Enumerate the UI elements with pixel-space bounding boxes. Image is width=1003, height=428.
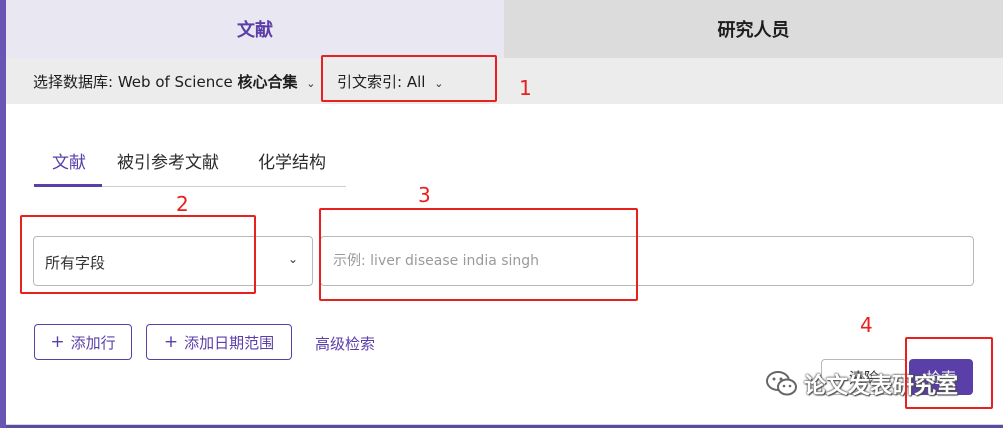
annotation-number-3: 3 — [418, 183, 431, 207]
chevron-down-icon: ⌄ — [306, 77, 316, 90]
add-date-range-button[interactable]: + 添加日期范围 — [146, 324, 292, 360]
annotation-box-3 — [319, 208, 638, 301]
annotation-box-1 — [321, 55, 497, 102]
plus-icon: + — [50, 332, 65, 352]
top-tabs: 文献 研究人员 — [6, 0, 1003, 58]
annotation-number-2: 2 — [176, 192, 189, 216]
database-label: 选择数据库: — [33, 73, 114, 91]
add-row-label: 添加行 — [70, 333, 116, 352]
clear-button[interactable]: 清除 — [821, 359, 907, 395]
add-date-range-label: 添加日期范围 — [184, 333, 275, 352]
tab-literature[interactable]: 文献 — [6, 0, 504, 58]
subtab-chemical-structure[interactable]: 化学结构 — [258, 148, 326, 173]
annotation-box-4 — [905, 337, 993, 409]
database-name-bold: 核心合集 — [237, 73, 298, 91]
advanced-search-link[interactable]: 高级检索 — [315, 333, 375, 354]
database-name-plain: Web of Science — [117, 73, 233, 91]
plus-icon: + — [163, 332, 179, 352]
annotation-number-1: 1 — [519, 76, 532, 100]
add-row-button[interactable]: + 添加行 — [34, 324, 132, 360]
subtab-documents[interactable]: 文献 — [52, 148, 86, 173]
wechat-icon — [766, 371, 797, 396]
database-value: Web of Science 核心合集 — [118, 73, 302, 91]
subtab-cited-references[interactable]: 被引参考文献 — [117, 148, 219, 173]
chevron-down-icon: ⌄ — [287, 252, 298, 266]
active-tab-underline — [34, 184, 102, 187]
annotation-box-2 — [20, 215, 256, 294]
database-bar: 选择数据库: Web of Science 核心合集 ⌄ 引文索引: All ⌄ — [6, 58, 1003, 104]
annotation-number-4: 4 — [860, 313, 873, 337]
tab-researchers[interactable]: 研究人员 — [504, 0, 1003, 58]
database-selector[interactable]: 选择数据库: Web of Science 核心合集 ⌄ — [33, 71, 315, 92]
search-type-tabs: 文献 被引参考文献 化学结构 — [34, 140, 346, 187]
